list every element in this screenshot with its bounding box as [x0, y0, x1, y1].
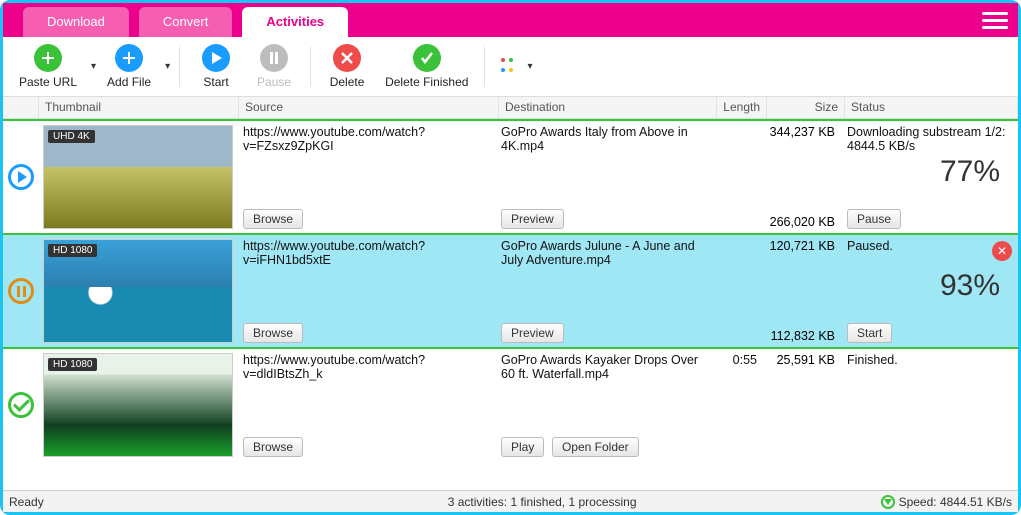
tab-download[interactable]: Download	[23, 7, 129, 37]
size-value: 120,721 KB	[769, 239, 835, 253]
tab-bar: Download Convert Activities	[3, 3, 1018, 37]
preview-button[interactable]: Preview	[501, 323, 564, 343]
col-size[interactable]: Size	[767, 97, 845, 118]
size-value: 344,237 KB	[769, 125, 835, 139]
view-options-dropdown[interactable]: ▾	[523, 61, 533, 72]
status-speed: Speed: 4844.51 KB/s	[899, 495, 1012, 509]
plus-icon	[34, 44, 62, 72]
play-icon	[202, 44, 230, 72]
col-status[interactable]: Status	[845, 97, 1018, 118]
paste-url-button[interactable]: Paste URL	[11, 42, 85, 91]
thumbnail-image: UHD 4K	[43, 125, 233, 229]
destination-file: GoPro Awards Julune - A June and July Ad…	[501, 239, 707, 267]
tab-convert[interactable]: Convert	[139, 7, 233, 37]
col-destination[interactable]: Destination	[499, 97, 717, 118]
size-value: 25,591 KB	[769, 353, 835, 367]
source-url: https://www.youtube.com/watch?v=FZsxz9Zp…	[243, 125, 489, 153]
status-text: Paused.	[847, 239, 1012, 253]
status-left: Ready	[9, 495, 44, 509]
tab-activities[interactable]: Activities	[242, 7, 348, 37]
preview-button[interactable]: Preview	[501, 209, 564, 229]
status-bar: Ready 3 activities: 1 finished, 1 proces…	[3, 490, 1018, 512]
col-thumbnail[interactable]: Thumbnail	[39, 97, 239, 118]
view-options-button[interactable]	[493, 56, 521, 78]
source-url: https://www.youtube.com/watch?v=iFHN1bd5…	[243, 239, 489, 267]
play-button[interactable]: Play	[501, 437, 544, 457]
col-length[interactable]: Length	[717, 97, 767, 118]
browse-button[interactable]: Browse	[243, 209, 303, 229]
open-folder-button[interactable]: Open Folder	[552, 437, 639, 457]
row-pause-button[interactable]: Pause	[847, 209, 901, 229]
delete-finished-button[interactable]: Delete Finished	[377, 42, 476, 91]
row-start-button[interactable]: Start	[847, 323, 892, 343]
add-file-dropdown[interactable]: ▾	[161, 61, 171, 72]
column-headers: Thumbnail Source Destination Length Size…	[3, 97, 1018, 119]
toolbar: Paste URL ▾ Add File ▾ Start Pause Delet…	[3, 37, 1018, 97]
status-mid: 3 activities: 1 finished, 1 processing	[448, 495, 637, 509]
quality-badge: HD 1080	[48, 244, 97, 257]
quality-badge: UHD 4K	[48, 130, 95, 143]
source-url: https://www.youtube.com/watch?v=dldIBtsZ…	[243, 353, 489, 381]
hamburger-menu-icon[interactable]	[982, 7, 1008, 33]
plus-icon	[115, 44, 143, 72]
length-value: 0:55	[719, 353, 757, 367]
pause-icon	[260, 44, 288, 72]
browse-button[interactable]: Browse	[243, 437, 303, 457]
paused-icon	[8, 278, 34, 304]
destination-file: GoPro Awards Italy from Above in 4K.mp4	[501, 125, 707, 153]
dots-icon	[501, 58, 513, 76]
progress-percent: 77%	[940, 155, 1000, 189]
status-text: Finished.	[847, 353, 1012, 367]
activity-row[interactable]: HD 1080 https://www.youtube.com/watch?v=…	[3, 347, 1018, 461]
thumbnail-image: HD 1080	[43, 239, 233, 343]
size-value-sub: 112,832 KB	[769, 329, 835, 343]
finished-icon	[8, 392, 34, 418]
downloading-icon	[8, 164, 34, 190]
thumbnail-image: HD 1080	[43, 353, 233, 457]
quality-badge: HD 1080	[48, 358, 97, 371]
start-button[interactable]: Start	[188, 42, 244, 91]
progress-percent: 93%	[940, 269, 1000, 303]
browse-button[interactable]: Browse	[243, 323, 303, 343]
check-icon	[413, 44, 441, 72]
status-text: Downloading substream 1/2: 4844.5 KB/s	[847, 125, 1012, 153]
download-speed-icon	[881, 495, 895, 509]
x-icon	[333, 44, 361, 72]
paste-url-dropdown[interactable]: ▾	[87, 61, 97, 72]
activity-row[interactable]: ✕ HD 1080 https://www.youtube.com/watch?…	[3, 233, 1018, 347]
size-value-sub: 266,020 KB	[769, 215, 835, 229]
delete-button[interactable]: Delete	[319, 42, 375, 91]
col-source[interactable]: Source	[239, 97, 499, 118]
destination-file: GoPro Awards Kayaker Drops Over 60 ft. W…	[501, 353, 707, 381]
pause-button: Pause	[246, 42, 302, 91]
activity-row[interactable]: UHD 4K https://www.youtube.com/watch?v=F…	[3, 119, 1018, 233]
activity-list: UHD 4K https://www.youtube.com/watch?v=F…	[3, 119, 1018, 490]
add-file-button[interactable]: Add File	[99, 42, 159, 91]
